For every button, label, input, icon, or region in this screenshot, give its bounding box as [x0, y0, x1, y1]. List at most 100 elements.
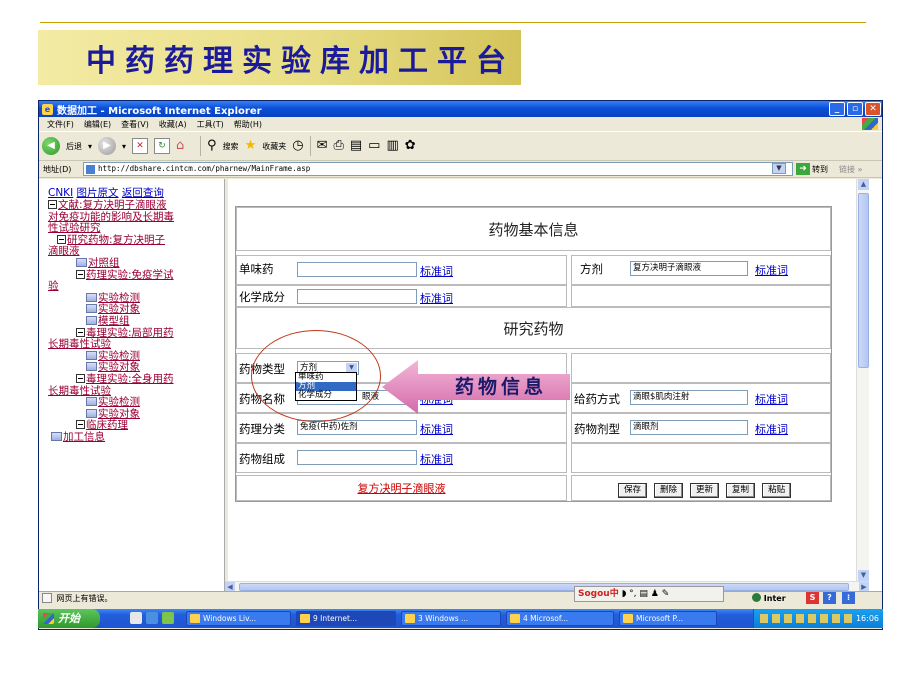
forward-dropdown-icon[interactable]: ▾ — [122, 142, 126, 151]
ime-tools-icon[interactable]: ◗ °, ▤ ♟ ✎ — [622, 589, 670, 599]
tree-item-label[interactable]: 模型组 — [98, 315, 130, 327]
tree-item-label[interactable]: 毒理实验:全身用药 — [86, 373, 174, 385]
collapse-box-icon[interactable] — [76, 374, 85, 383]
menu-tools[interactable]: 工具(T) — [197, 119, 224, 130]
tree-item-label[interactable]: 实验检测 — [98, 292, 140, 304]
tree-item-label[interactable]: 验 — [48, 280, 59, 292]
task-microsoft-word[interactable]: 4 Microsof... — [506, 611, 614, 626]
tree-item-label[interactable]: 性试验研究 — [48, 222, 101, 234]
tree-item[interactable]: 毒理实验:局部用药 — [76, 327, 174, 339]
collapse-box-icon[interactable] — [48, 200, 57, 209]
collapse-box-icon[interactable] — [57, 234, 66, 244]
tree-item-label[interactable]: 实验对象 — [98, 303, 140, 315]
task-windows-live[interactable]: Windows Liv... — [186, 611, 291, 626]
tree-item-label[interactable]: 文献:复方决明子滴眼液 — [58, 199, 167, 211]
history-icon[interactable]: ◷ — [292, 138, 303, 154]
ie-quicklaunch-icon[interactable] — [146, 612, 158, 624]
route-input[interactable]: 滴眼$肌肉注射 — [630, 390, 748, 405]
links-label[interactable]: 链接 » — [839, 164, 862, 175]
tree-item-label[interactable]: 长期毒性试验 — [48, 338, 111, 350]
research-icon[interactable]: ▥ — [386, 138, 398, 154]
single-herb-std-link[interactable]: 标准词 — [420, 263, 453, 279]
tree-item[interactable]: 实验对象 — [86, 303, 140, 315]
tree-item[interactable]: 实验对象 — [86, 408, 140, 420]
collapse-box-icon[interactable] — [76, 420, 85, 430]
composition-std-link[interactable]: 标准词 — [420, 451, 453, 467]
search-icon[interactable]: ⚲ — [207, 138, 217, 154]
media-quicklaunch-icon[interactable] — [162, 612, 174, 624]
back-label[interactable]: 后退 — [66, 141, 82, 152]
menu-help[interactable]: 帮助(H) — [234, 119, 262, 130]
folder-icon[interactable]: ▭ — [368, 138, 380, 154]
tree-item-label[interactable]: 药理实验:免疫学试 — [86, 269, 174, 281]
sogou-ime-bar[interactable]: Sogou中 ◗ °, ▤ ♟ ✎ — [574, 586, 724, 602]
frame-splitter[interactable] — [224, 179, 228, 591]
tree-item[interactable]: 长期毒性试验 — [48, 385, 111, 397]
dosage-form-std-link[interactable]: 标准词 — [755, 421, 788, 437]
tree-item-label[interactable]: 实验对象 — [98, 361, 140, 373]
menu-favorites[interactable]: 收藏(A) — [159, 119, 187, 130]
tree-item-label[interactable]: 对照组 — [88, 257, 120, 269]
messenger-icon[interactable]: ✿ — [405, 138, 416, 154]
scroll-down-icon[interactable]: ▼ — [858, 570, 869, 581]
tray-icons[interactable] — [760, 614, 855, 623]
tree-item[interactable]: 加工信息 — [51, 431, 105, 443]
vertical-scroll-thumb[interactable] — [858, 193, 869, 368]
single-herb-input[interactable] — [297, 262, 417, 277]
mail-icon[interactable]: ✉ — [317, 138, 328, 154]
cnki-link[interactable]: CNKI — [48, 187, 73, 199]
tree-item[interactable]: 实验对象 — [86, 361, 140, 373]
tree-item-label[interactable]: 对免疫功能的影响及长期毒 — [48, 211, 174, 223]
warning-icon[interactable] — [42, 593, 52, 603]
scroll-up-icon[interactable]: ▲ — [858, 179, 869, 190]
search-label[interactable]: 搜索 — [223, 141, 239, 152]
favorites-star-icon[interactable]: ★ — [245, 138, 257, 154]
pharm-class-input[interactable]: 免疫(中药)佐剂 — [297, 420, 417, 435]
s-badge-icon[interactable]: S — [806, 592, 819, 604]
maximize-button[interactable]: ▫ — [847, 102, 863, 116]
tree-item[interactable]: 性试验研究 — [48, 222, 101, 234]
print-icon[interactable]: ⎙ — [333, 138, 343, 154]
vertical-scrollbar[interactable]: ▲ ▼ — [856, 179, 869, 581]
chemical-std-link[interactable]: 标准词 — [420, 290, 453, 306]
minimize-button[interactable]: _ — [829, 102, 845, 116]
task-powerpoint[interactable]: Microsoft P... — [619, 611, 717, 626]
tree-item[interactable]: 滴眼液 — [48, 245, 80, 257]
back-arrow-icon[interactable]: ◀ — [42, 137, 60, 155]
stop-icon[interactable]: ✕ — [132, 138, 149, 154]
tree-item[interactable]: 文献:复方决明子滴眼液 — [48, 199, 167, 211]
image-original-link[interactable]: 图片原文 — [77, 187, 119, 199]
tree-item-label[interactable]: 研究药物:复方决明子 — [67, 234, 165, 246]
refresh-icon[interactable]: ↻ — [154, 138, 171, 154]
tree-item[interactable]: 对照组 — [76, 257, 120, 269]
paste-button[interactable]: 粘贴 — [762, 483, 792, 498]
tree-item-label[interactable]: 实验对象 — [98, 408, 140, 420]
tree-item-label[interactable]: 毒理实验:局部用药 — [86, 327, 174, 339]
formula-input[interactable]: 复方决明子滴眼液 — [630, 261, 748, 276]
menu-file[interactable]: 文件(F) — [47, 119, 74, 130]
favorites-label[interactable]: 收藏夹 — [262, 141, 286, 152]
back-dropdown-icon[interactable]: ▾ — [88, 142, 92, 151]
go-button[interactable]: ➜ 转到 — [796, 163, 828, 175]
save-button[interactable]: 保存 — [618, 483, 648, 498]
tree-item[interactable]: 模型组 — [86, 315, 130, 327]
tree-item-label[interactable]: 临床药理 — [86, 419, 128, 431]
back-query-link[interactable]: 返回查询 — [122, 187, 164, 199]
tree-item[interactable]: 对免疫功能的影响及长期毒 — [48, 211, 174, 223]
tree-item[interactable]: 毒理实验:全身用药 — [76, 373, 174, 385]
horizontal-scroll-thumb[interactable] — [239, 583, 849, 591]
show-desktop-icon[interactable] — [130, 612, 142, 624]
tree-item-label[interactable]: 长期毒性试验 — [48, 385, 111, 397]
composition-input[interactable] — [297, 450, 417, 465]
tree-item[interactable]: 长期毒性试验 — [48, 338, 111, 350]
tree-item-label[interactable]: 实验检测 — [98, 350, 140, 362]
copy-button[interactable]: 复制 — [726, 483, 756, 498]
chemical-input[interactable] — [297, 289, 417, 304]
address-input[interactable]: http://dbshare.cintcm.com/pharnew/MainFr… — [83, 162, 793, 176]
tree-item-label[interactable]: 滴眼液 — [48, 245, 80, 257]
horizontal-scrollbar[interactable]: ◀ ▶ — [225, 581, 869, 592]
tree-item[interactable]: 药理实验:免疫学试 — [76, 269, 174, 281]
tree-item[interactable]: 实验检测 — [86, 292, 140, 304]
ime-menu-icon[interactable]: ⁝ — [842, 592, 855, 604]
tree-item[interactable]: 实验检测 — [86, 350, 140, 362]
